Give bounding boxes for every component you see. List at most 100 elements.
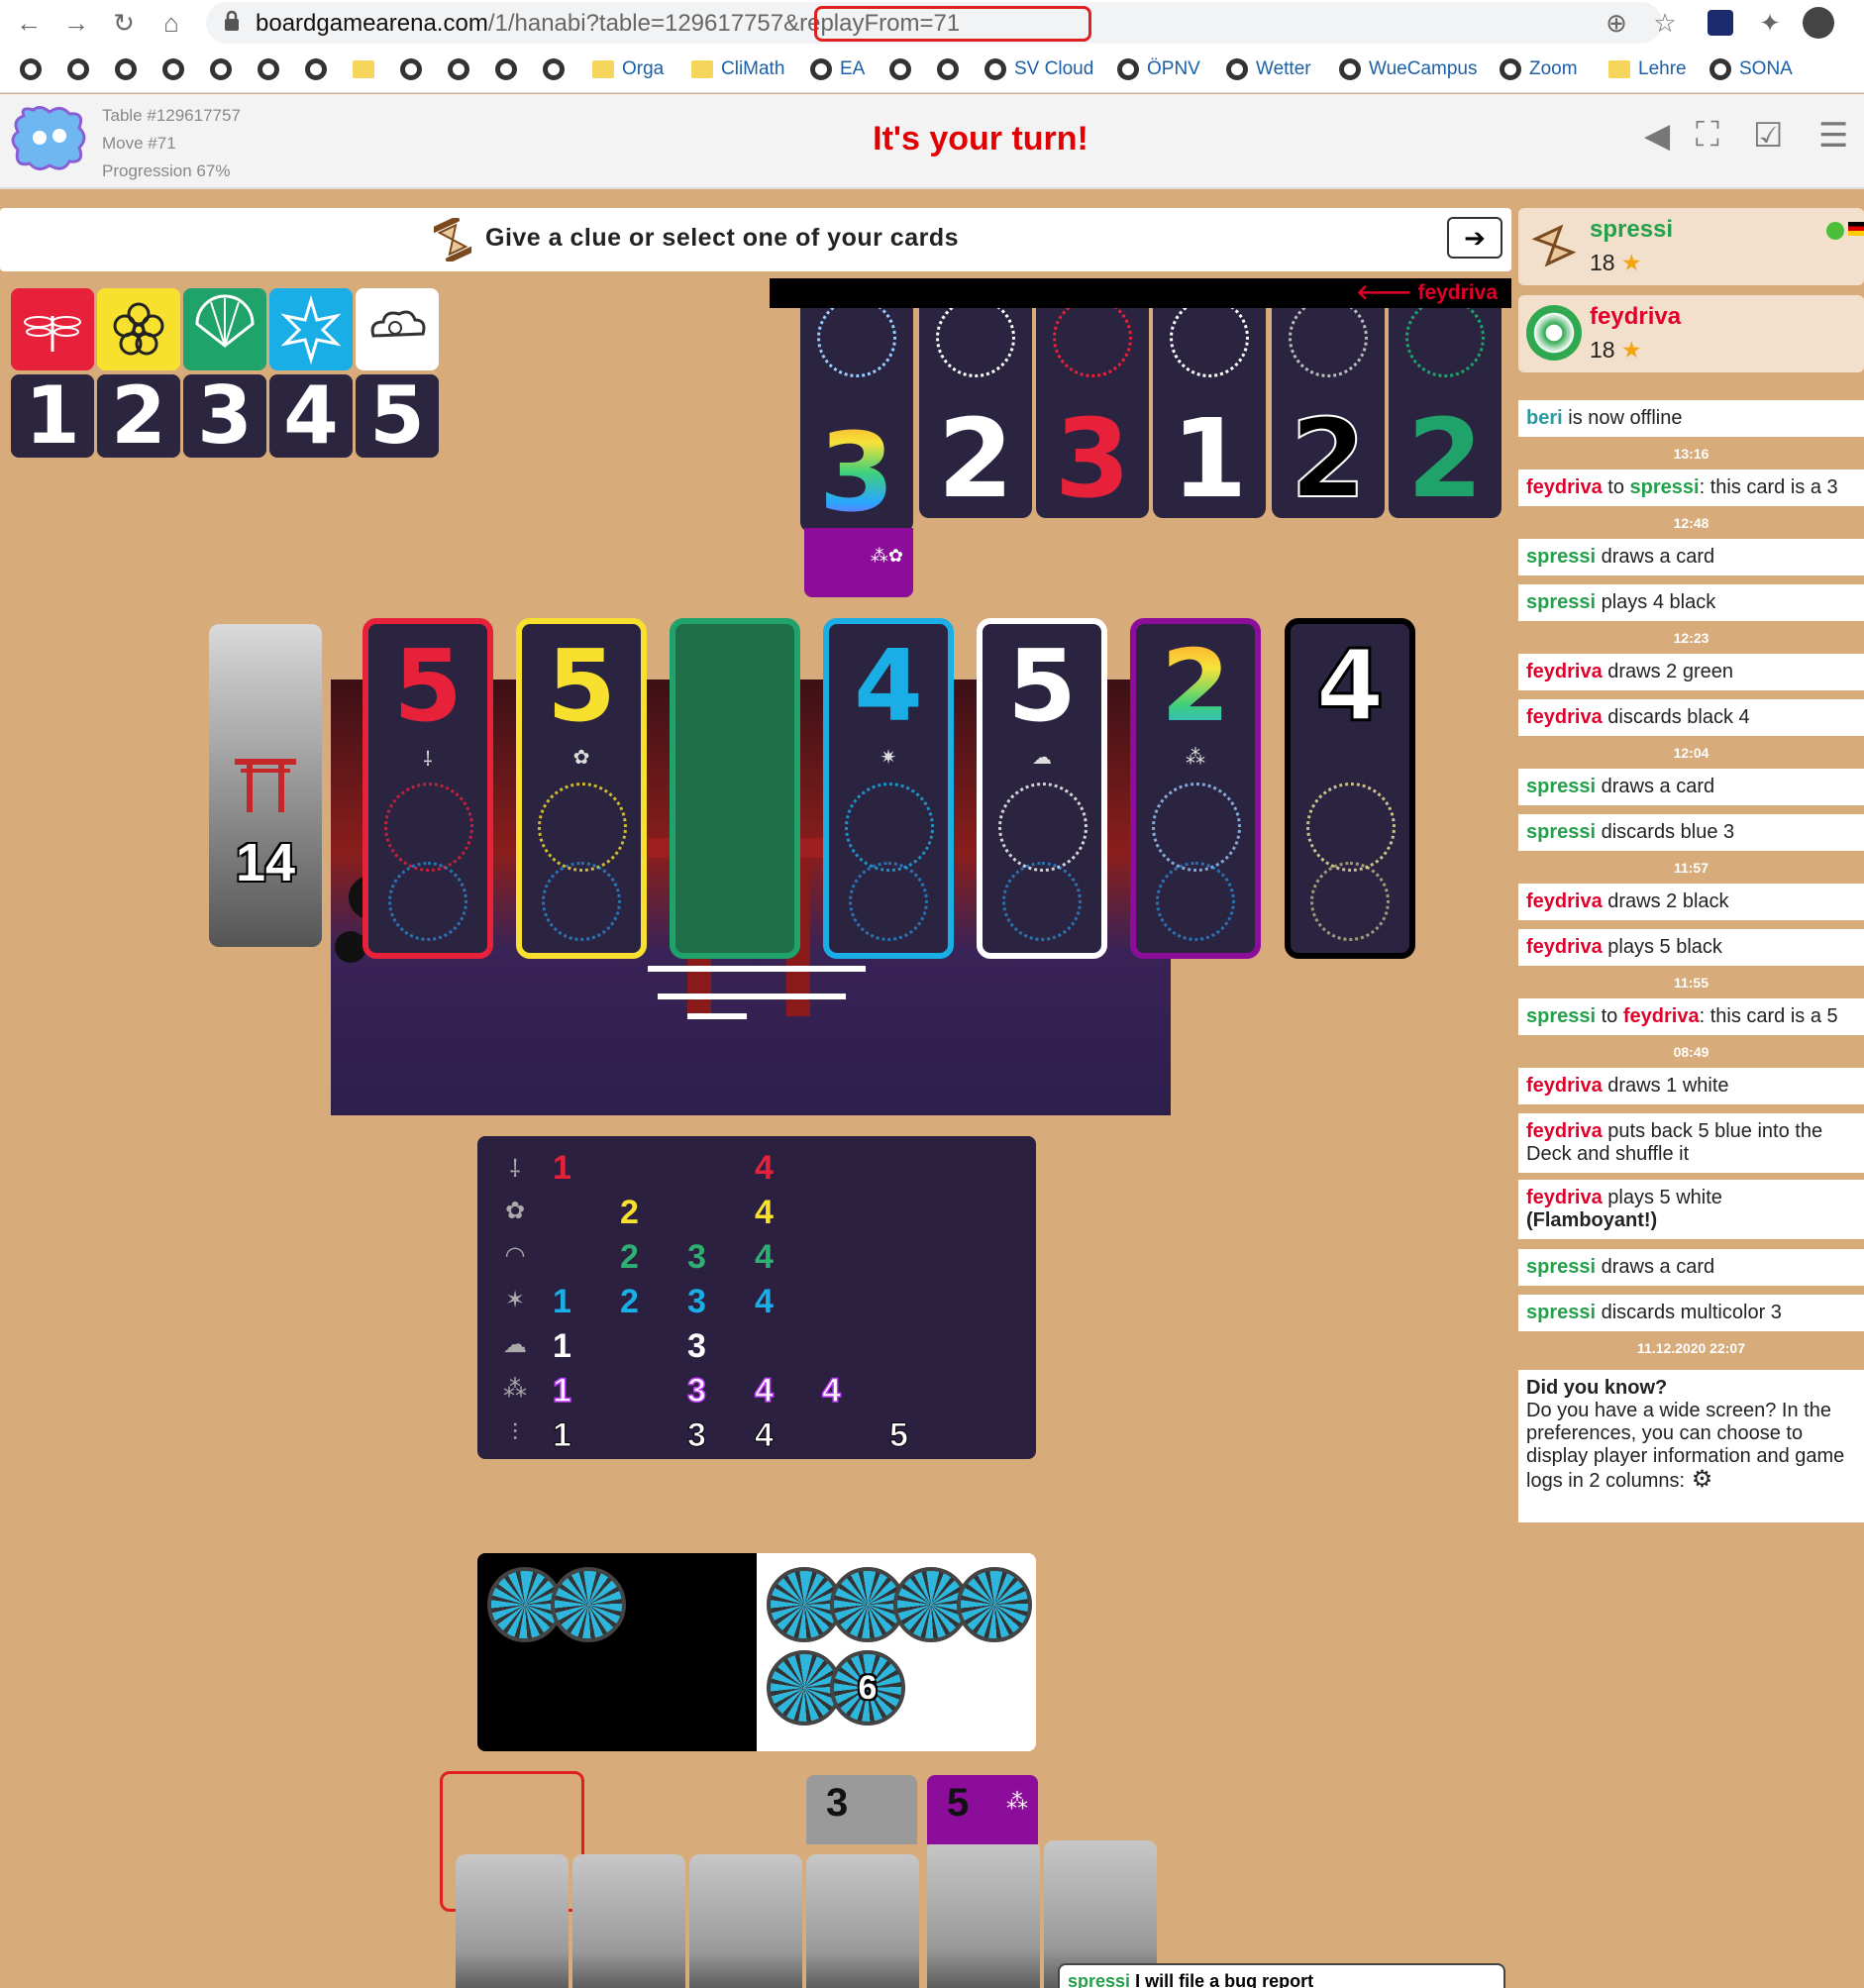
player-name-link[interactable]: spressi — [1526, 776, 1596, 797]
status-message: Give a clue or select one of your cards — [485, 224, 960, 252]
extension-icon[interactable] — [1708, 10, 1733, 36]
partner-card[interactable]: 2 — [1389, 308, 1502, 518]
player-name-link[interactable]: beri — [1526, 407, 1563, 429]
partner-card[interactable]: 2 — [919, 308, 1032, 518]
bookmark-folder-icon[interactable] — [353, 55, 374, 83]
played-pile[interactable]: 4 — [1285, 618, 1415, 959]
back-icon[interactable]: ← — [12, 6, 46, 40]
played-pile[interactable] — [670, 618, 800, 959]
clue-number-3-button[interactable]: 3 — [183, 374, 266, 458]
log-entry: feydriva puts back 5 blue into the Deck … — [1518, 1113, 1864, 1173]
bookmark-globe-icon[interactable] — [258, 55, 279, 83]
played-pile[interactable]: 5 ☁ — [977, 618, 1107, 959]
clue-number-1-button[interactable]: 1 — [11, 374, 94, 458]
clue-number-5-button[interactable]: 5 — [356, 374, 439, 458]
my-hand-card[interactable] — [689, 1854, 802, 1988]
notes-icon[interactable]: ☑ — [1753, 116, 1783, 156]
player-name-link[interactable]: spressi — [1526, 1302, 1596, 1323]
bookmark-lehre[interactable]: Lehre — [1608, 55, 1687, 83]
puzzle-icon[interactable]: ✦ — [1753, 6, 1787, 40]
player-name-link[interactable]: feydriva — [1526, 476, 1603, 498]
bookmark-star-icon[interactable]: ☆ — [1648, 6, 1682, 40]
bookmark-wuecampus[interactable]: WueCampus — [1339, 55, 1477, 83]
url-host: boardgamearena.com — [256, 10, 488, 37]
player-name-link[interactable]: feydriva — [1623, 1005, 1700, 1027]
menu-icon[interactable]: ☰ — [1818, 116, 1848, 156]
draw-deck[interactable]: 14 — [209, 624, 322, 947]
partner-card[interactable]: 1 — [1153, 308, 1266, 518]
partner-card[interactable]: 3 — [800, 308, 913, 532]
bookmark-globe-icon[interactable] — [67, 55, 89, 83]
speaker-icon[interactable]: ◀ — [1644, 116, 1670, 156]
fullscreen-icon[interactable]: ⛶ — [1696, 116, 1719, 155]
clue-red-button[interactable] — [11, 288, 94, 370]
forward-icon[interactable]: → — [59, 6, 93, 40]
next-button[interactable]: ➔ — [1447, 217, 1502, 259]
add-tab-icon[interactable]: ⊕ — [1600, 6, 1633, 40]
bookmark-zoom[interactable]: Zoom — [1500, 55, 1578, 83]
bookmark-orga[interactable]: Orga — [592, 55, 664, 83]
bookmark-oepnv[interactable]: ÖPNV — [1117, 55, 1200, 83]
bookmark-globe-icon[interactable] — [889, 55, 911, 83]
bookmark-globe-icon[interactable] — [495, 55, 517, 83]
home-icon[interactable]: ⌂ — [155, 6, 188, 40]
player-name-link[interactable]: spressi — [1526, 546, 1596, 568]
bookmark-globe-icon[interactable] — [543, 55, 565, 83]
clue-blue-button[interactable] — [269, 288, 353, 370]
player-name-link[interactable]: spressi — [1630, 476, 1700, 498]
clue-number-4-button[interactable]: 4 — [269, 374, 353, 458]
bookmark-globe-icon[interactable] — [448, 55, 469, 83]
played-pile[interactable]: 2 ⁂ — [1130, 618, 1261, 959]
played-pile[interactable]: 5 ✿ — [516, 618, 647, 959]
played-pile[interactable]: 5 ⸸ — [362, 618, 493, 959]
discard-row: ◠ 2 3 4 — [477, 1235, 1036, 1279]
player-name-link[interactable]: spressi — [1526, 1005, 1596, 1027]
my-hand-card[interactable] — [572, 1854, 685, 1988]
clue-white-button[interactable] — [356, 288, 439, 370]
player-name-link[interactable]: feydriva — [1526, 1187, 1603, 1208]
player-name-link[interactable]: spressi — [1526, 591, 1596, 613]
bookmark-globe-icon[interactable] — [115, 55, 137, 83]
bookmark-ea[interactable]: EA — [810, 55, 865, 83]
profile-avatar[interactable] — [1803, 7, 1834, 39]
firework-icon — [1053, 308, 1132, 377]
bookmark-globe-icon[interactable] — [305, 55, 327, 83]
bookmark-globe-icon[interactable] — [210, 55, 232, 83]
clue-green-button[interactable] — [183, 288, 266, 370]
clue-yellow-button[interactable] — [97, 288, 180, 370]
partner-card[interactable]: 3 — [1036, 308, 1149, 518]
bookmark-label: WueCampus — [1369, 58, 1478, 79]
bookmark-climath[interactable]: CliMath — [691, 55, 784, 83]
player-name[interactable]: spressi — [1590, 216, 1673, 244]
played-pile[interactable]: 4 ✷ — [823, 618, 954, 959]
bookmark-globe-icon[interactable] — [937, 55, 959, 83]
address-bar[interactable]: boardgamearena.com/1/hanabi?table=129617… — [206, 2, 1662, 44]
bookmark-sv-cloud[interactable]: SV Cloud — [984, 55, 1093, 83]
player-name-link[interactable]: feydriva — [1526, 1120, 1603, 1142]
player-name-link[interactable]: feydriva — [1526, 936, 1603, 958]
star-icon: ★ — [1620, 250, 1642, 275]
my-hand-card[interactable] — [927, 1840, 1040, 1988]
partner-card[interactable]: 2 — [1272, 308, 1385, 518]
my-hand-card[interactable] — [806, 1854, 919, 1988]
bookmark-globe-icon[interactable] — [162, 55, 184, 83]
flower-icon: ✿ — [504, 1198, 526, 1224]
player-name[interactable]: feydriva — [1590, 303, 1681, 331]
discard-row: ⸸ 1 4 — [477, 1146, 1036, 1190]
reload-icon[interactable]: ↻ — [107, 6, 141, 40]
player-name-link[interactable]: feydriva — [1526, 661, 1603, 682]
bookmark-sona[interactable]: SONA — [1709, 55, 1793, 83]
firework-icon — [998, 783, 1087, 872]
bookmark-wetter[interactable]: Wetter — [1226, 55, 1311, 83]
player-name-link[interactable]: feydriva — [1526, 890, 1603, 912]
bookmark-globe-icon[interactable] — [400, 55, 422, 83]
player-name-link[interactable]: feydriva — [1526, 1075, 1603, 1097]
bookmark-label: Zoom — [1529, 58, 1578, 79]
gear-icon[interactable]: ⚙ — [1685, 1466, 1713, 1493]
player-name-link[interactable]: spressi — [1526, 821, 1596, 843]
clue-number-2-button[interactable]: 2 — [97, 374, 180, 458]
bookmark-globe-icon[interactable] — [20, 55, 42, 83]
player-name-link[interactable]: feydriva — [1526, 706, 1603, 728]
my-hand-card[interactable] — [456, 1854, 569, 1988]
player-name-link[interactable]: spressi — [1526, 1256, 1596, 1278]
